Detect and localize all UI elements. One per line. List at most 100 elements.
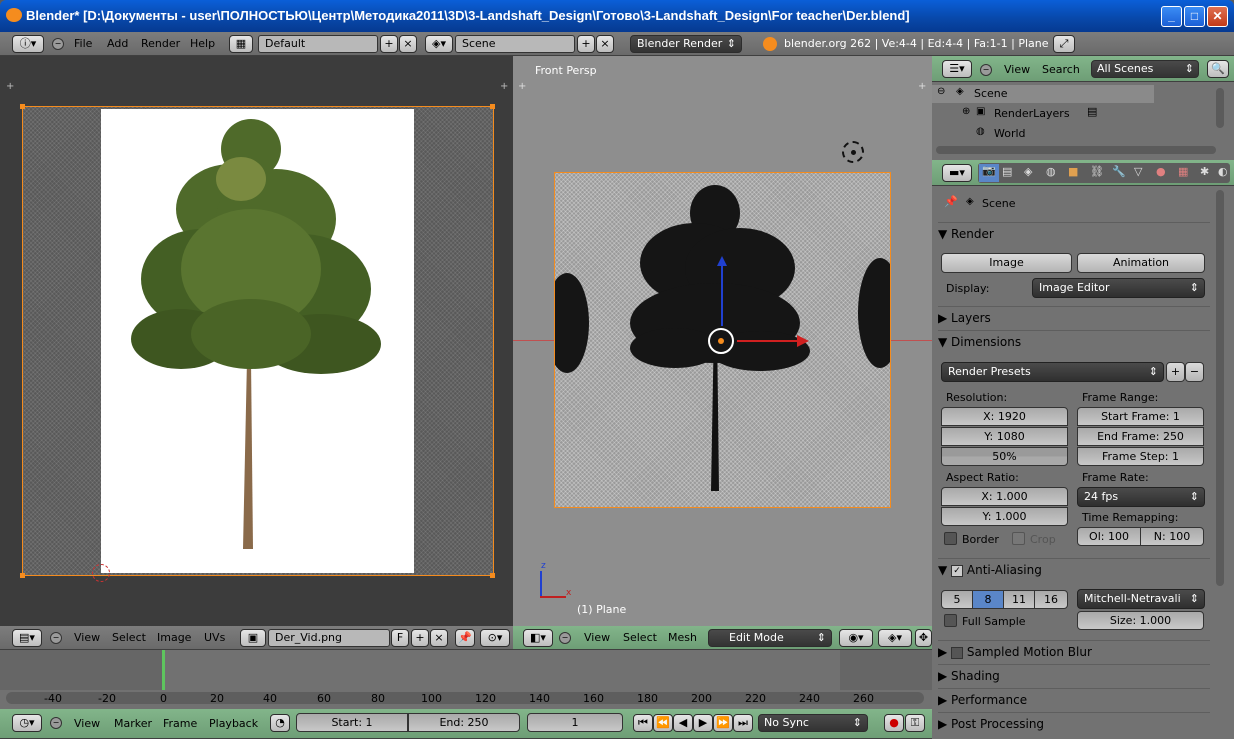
full-sample-checkbox[interactable] bbox=[944, 614, 957, 627]
new-image-button[interactable]: + bbox=[411, 629, 429, 647]
collapse-toggle-icon[interactable]: ⊖ bbox=[937, 86, 945, 97]
menu-add[interactable]: Add bbox=[107, 37, 128, 50]
resolution-percentage-slider[interactable]: 50% bbox=[941, 447, 1068, 466]
pivot-icon[interactable]: ⊙▾ bbox=[480, 629, 510, 647]
add-screen-button[interactable]: + bbox=[380, 35, 398, 53]
prev-keyframe-icon[interactable]: ⏪ bbox=[653, 714, 673, 732]
object-tab-icon[interactable]: ■ bbox=[1068, 165, 1078, 178]
uv-menu-view[interactable]: View bbox=[74, 631, 100, 644]
menu-render[interactable]: Render bbox=[141, 37, 180, 50]
outliner-editor-type-button[interactable]: ☰▾ bbox=[942, 60, 972, 78]
anti-aliasing-section-header[interactable]: ▼ ✓ Anti-Aliasing bbox=[938, 558, 1210, 580]
remove-screen-button[interactable]: × bbox=[399, 35, 417, 53]
layers-section-header[interactable]: ▶ Layers bbox=[938, 306, 1210, 328]
uv-vertex[interactable] bbox=[490, 573, 495, 578]
uv-vertex[interactable] bbox=[490, 104, 495, 109]
menu-file[interactable]: File bbox=[74, 37, 92, 50]
texture-tab-icon[interactable]: ▦ bbox=[1178, 165, 1188, 178]
frame-rate-select[interactable]: 24 fps ⇕ bbox=[1077, 487, 1205, 507]
uv-menu-uvs[interactable]: UVs bbox=[204, 631, 225, 644]
render-animation-button[interactable]: Animation bbox=[1077, 253, 1205, 273]
fullscreen-toggle-icon[interactable]: ⤢ bbox=[1053, 35, 1075, 53]
display-select[interactable]: Image Editor ⇕ bbox=[1032, 278, 1205, 298]
render-image-button[interactable]: Image bbox=[941, 253, 1072, 273]
image-editor-area[interactable]: + + bbox=[0, 56, 513, 626]
next-keyframe-icon[interactable]: ⏩ bbox=[713, 714, 733, 732]
expand-toggle-icon[interactable]: ⊕ bbox=[962, 106, 970, 117]
properties-editor-type-button[interactable]: ▬▾ bbox=[942, 164, 972, 182]
viewport-editor-type-button[interactable]: ◧▾ bbox=[523, 629, 553, 647]
info-editor-type-button[interactable]: ⓘ▾ bbox=[12, 35, 44, 53]
tl-menu-frame[interactable]: Frame bbox=[163, 717, 197, 730]
current-frame-field[interactable]: 1 bbox=[527, 713, 623, 732]
scene-field[interactable]: Scene bbox=[455, 35, 575, 53]
play-reverse-icon[interactable]: ◀ bbox=[673, 714, 693, 732]
post-processing-section-header[interactable]: ▶ Post Processing bbox=[938, 712, 1210, 734]
image-browse-icon[interactable]: ▣ bbox=[240, 629, 266, 647]
x-manipulator-axis[interactable] bbox=[737, 340, 799, 342]
particles-tab-icon[interactable]: ✱ bbox=[1200, 165, 1209, 178]
anti-aliasing-checkbox[interactable]: ✓ bbox=[951, 564, 964, 577]
add-scene-button[interactable]: + bbox=[577, 35, 595, 53]
play-icon[interactable]: ▶ bbox=[693, 714, 713, 732]
close-button[interactable]: ✕ bbox=[1207, 6, 1228, 27]
shading-section-header[interactable]: ▶ Shading bbox=[938, 664, 1210, 686]
screen-layout-icon[interactable]: ▦ bbox=[229, 35, 253, 53]
record-icon[interactable]: ● bbox=[884, 714, 904, 732]
crop-checkbox[interactable] bbox=[1012, 532, 1025, 545]
world-tab-icon[interactable]: ◍ bbox=[1046, 165, 1056, 178]
minimize-button[interactable]: _ bbox=[1161, 6, 1182, 27]
outliner-menu-search[interactable]: Search bbox=[1042, 63, 1080, 76]
outliner-search-icon[interactable]: 🔍 bbox=[1207, 60, 1229, 78]
fake-user-button[interactable]: F bbox=[391, 629, 409, 647]
constraints-tab-icon[interactable]: ⛓ bbox=[1090, 165, 1104, 178]
image-editor-type-button[interactable]: ▤▾ bbox=[12, 629, 42, 647]
z-arrow-icon[interactable] bbox=[717, 256, 727, 266]
collapse-menu-icon[interactable]: − bbox=[52, 38, 64, 50]
pin-icon[interactable]: 📌 bbox=[455, 629, 475, 647]
start-frame-field[interactable]: Start Frame: 1 bbox=[1077, 407, 1204, 426]
sync-mode-select[interactable]: No Sync ⇕ bbox=[758, 714, 868, 732]
x-arrow-icon[interactable] bbox=[797, 335, 809, 347]
aspect-x-field[interactable]: X: 1.000 bbox=[941, 487, 1068, 506]
render-engine-select[interactable]: Blender Render ⇕ bbox=[630, 35, 742, 53]
collapse-menu-icon[interactable]: − bbox=[980, 64, 992, 76]
menu-help[interactable]: Help bbox=[190, 37, 215, 50]
collapse-menu-icon[interactable]: − bbox=[50, 632, 62, 644]
aa-sample-11[interactable]: 11 bbox=[1003, 590, 1035, 609]
jump-end-icon[interactable]: ⏭ bbox=[733, 714, 753, 732]
add-preset-button[interactable]: + bbox=[1166, 362, 1185, 382]
outliner-row-scene[interactable]: ⊖ ◈ Scene bbox=[932, 85, 1154, 103]
pivot-point-icon[interactable]: ◈▾ bbox=[878, 629, 912, 647]
remove-scene-button[interactable]: × bbox=[596, 35, 614, 53]
preview-range-icon[interactable]: ◔ bbox=[270, 714, 290, 732]
modifiers-tab-icon[interactable]: 🔧 bbox=[1112, 165, 1126, 178]
vp-menu-view[interactable]: View bbox=[584, 631, 610, 644]
timeline-area[interactable]: -40 -20 0 20 40 60 80 100 120 140 160 18… bbox=[0, 650, 932, 709]
render-section-header[interactable]: ▼ Render bbox=[938, 222, 1210, 244]
aa-sample-8[interactable]: 8 bbox=[972, 590, 1004, 609]
start-frame-field[interactable]: Start: 1 bbox=[296, 713, 408, 732]
filter-size-field[interactable]: Size: 1.000 bbox=[1077, 611, 1204, 630]
mode-select[interactable]: Edit Mode ⇕ bbox=[708, 629, 832, 647]
z-manipulator-axis[interactable] bbox=[721, 260, 723, 326]
tl-menu-playback[interactable]: Playback bbox=[209, 717, 258, 730]
frame-step-field[interactable]: Frame Step: 1 bbox=[1077, 447, 1204, 466]
aa-filter-select[interactable]: Mitchell-Netravali ⇕ bbox=[1077, 589, 1205, 609]
timeline-editor-type-button[interactable]: ◷▾ bbox=[12, 714, 42, 732]
keying-set-icon[interactable]: ⚿ bbox=[905, 714, 925, 732]
material-tab-icon[interactable]: ● bbox=[1156, 165, 1166, 178]
data-tab-icon[interactable]: ▽ bbox=[1134, 165, 1142, 178]
jump-start-icon[interactable]: ⏮ bbox=[633, 714, 653, 732]
maximize-button[interactable]: □ bbox=[1184, 6, 1205, 27]
resolution-x-field[interactable]: X: 1920 bbox=[941, 407, 1068, 426]
time-remap-old-field[interactable]: Ol: 100 bbox=[1077, 527, 1141, 546]
vp-menu-mesh[interactable]: Mesh bbox=[668, 631, 697, 644]
screen-layout-field[interactable]: Default bbox=[258, 35, 378, 53]
render-presets-select[interactable]: Render Presets ⇕ bbox=[941, 362, 1164, 382]
2d-cursor-icon[interactable] bbox=[92, 564, 110, 582]
uv-menu-select[interactable]: Select bbox=[112, 631, 146, 644]
aa-sample-5[interactable]: 5 bbox=[941, 590, 973, 609]
physics-tab-icon[interactable]: ◐ bbox=[1218, 165, 1228, 178]
uv-vertex[interactable] bbox=[20, 104, 25, 109]
